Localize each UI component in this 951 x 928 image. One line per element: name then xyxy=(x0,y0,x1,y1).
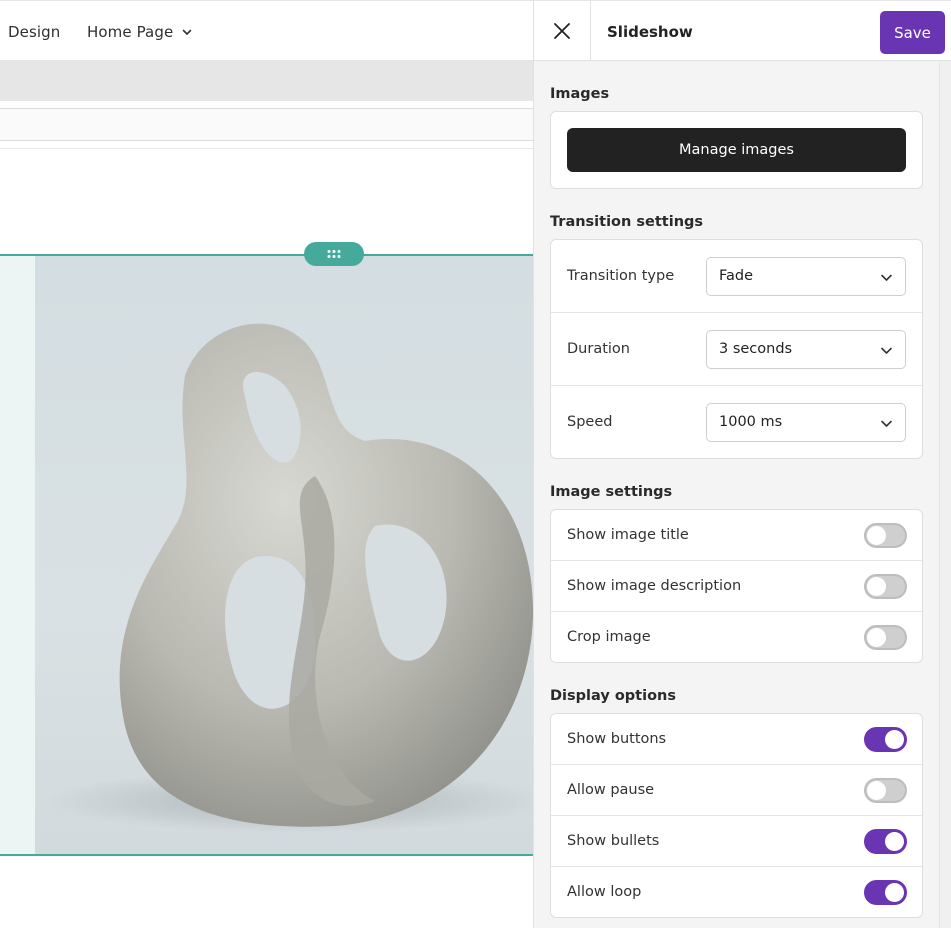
editor-section-band xyxy=(0,61,533,101)
close-panel-button[interactable] xyxy=(534,1,591,61)
section-label-image-settings: Image settings xyxy=(550,484,673,500)
allow-loop-label: Allow loop xyxy=(567,884,642,900)
chevron-down-icon xyxy=(881,420,892,427)
slide-image-sculpture xyxy=(35,256,533,854)
nav-home-page-label: Home Page xyxy=(87,23,174,41)
transition-type-row: Transition type Fade xyxy=(551,240,922,313)
crop-image-toggle[interactable] xyxy=(864,625,907,650)
chevron-down-icon xyxy=(182,29,192,35)
chevron-down-icon xyxy=(881,274,892,281)
transition-type-value: Fade xyxy=(719,268,754,284)
toggle-row-show-image-description: Show image description xyxy=(551,561,922,612)
duration-value: 3 seconds xyxy=(719,341,793,357)
speed-select[interactable]: 1000 ms xyxy=(706,403,906,442)
show-image-title-toggle[interactable] xyxy=(864,523,907,548)
allow-pause-label: Allow pause xyxy=(567,782,655,798)
slideshow-block[interactable] xyxy=(0,254,533,856)
show-image-description-label: Show image description xyxy=(567,578,742,594)
editor-blank-section xyxy=(0,148,533,254)
sculpture-image xyxy=(45,323,533,833)
toggle-knob xyxy=(867,628,886,647)
toggle-knob xyxy=(885,832,904,851)
toggle-knob xyxy=(867,526,886,545)
toggle-row-show-bullets: Show bullets xyxy=(551,816,922,867)
image-settings-card: Show image title Show image description … xyxy=(550,509,923,663)
drag-handle-icon xyxy=(327,250,341,258)
section-label-transition: Transition settings xyxy=(550,214,704,230)
duration-select[interactable]: 3 seconds xyxy=(706,330,906,369)
show-buttons-toggle[interactable] xyxy=(864,727,907,752)
speed-value: 1000 ms xyxy=(719,414,783,430)
save-button[interactable]: Save xyxy=(880,11,945,54)
allow-pause-toggle[interactable] xyxy=(864,778,907,803)
display-options-card: Show buttons Allow pause Show bullets Al… xyxy=(550,713,923,918)
toggle-row-show-buttons: Show buttons xyxy=(551,714,922,765)
panel-header: Slideshow Save xyxy=(534,0,951,61)
panel-title: Slideshow xyxy=(607,23,693,41)
transition-settings-card: Transition type Fade Duration 3 seconds … xyxy=(550,239,923,459)
speed-row: Speed 1000 ms xyxy=(551,386,922,458)
transition-type-label: Transition type xyxy=(567,268,675,284)
transition-type-select[interactable]: Fade xyxy=(706,257,906,296)
manage-images-button[interactable]: Manage images xyxy=(567,128,906,172)
toggle-row-crop-image: Crop image xyxy=(551,612,922,662)
panel-scrollbar[interactable] xyxy=(939,61,951,928)
toggle-row-allow-pause: Allow pause xyxy=(551,765,922,816)
speed-label: Speed xyxy=(567,414,613,430)
editor-top-nav: Design Home Page xyxy=(0,0,533,61)
show-image-description-toggle[interactable] xyxy=(864,574,907,599)
show-image-title-label: Show image title xyxy=(567,527,689,543)
toggle-knob xyxy=(867,781,886,800)
toggle-knob xyxy=(885,730,904,749)
toggle-knob xyxy=(885,883,904,902)
nav-design[interactable]: Design xyxy=(8,23,60,41)
duration-row: Duration 3 seconds xyxy=(551,313,922,386)
duration-label: Duration xyxy=(567,341,630,357)
slideshow-settings-panel: Slideshow Save Images Manage images Tran… xyxy=(533,0,951,928)
show-buttons-label: Show buttons xyxy=(567,731,667,747)
images-card: Manage images xyxy=(550,111,923,189)
show-bullets-label: Show bullets xyxy=(567,833,660,849)
toggle-row-show-image-title: Show image title xyxy=(551,510,922,561)
chevron-down-icon xyxy=(881,347,892,354)
show-bullets-toggle[interactable] xyxy=(864,829,907,854)
editor-section-strip xyxy=(0,108,533,141)
allow-loop-toggle[interactable] xyxy=(864,880,907,905)
block-drag-handle[interactable] xyxy=(304,242,364,266)
toggle-row-allow-loop: Allow loop xyxy=(551,867,922,917)
section-label-display-options: Display options xyxy=(550,688,676,704)
section-label-images: Images xyxy=(550,86,610,102)
toggle-knob xyxy=(867,577,886,596)
close-icon xyxy=(554,23,570,39)
crop-image-label: Crop image xyxy=(567,629,651,645)
nav-home-page-dropdown[interactable]: Home Page xyxy=(87,23,193,41)
